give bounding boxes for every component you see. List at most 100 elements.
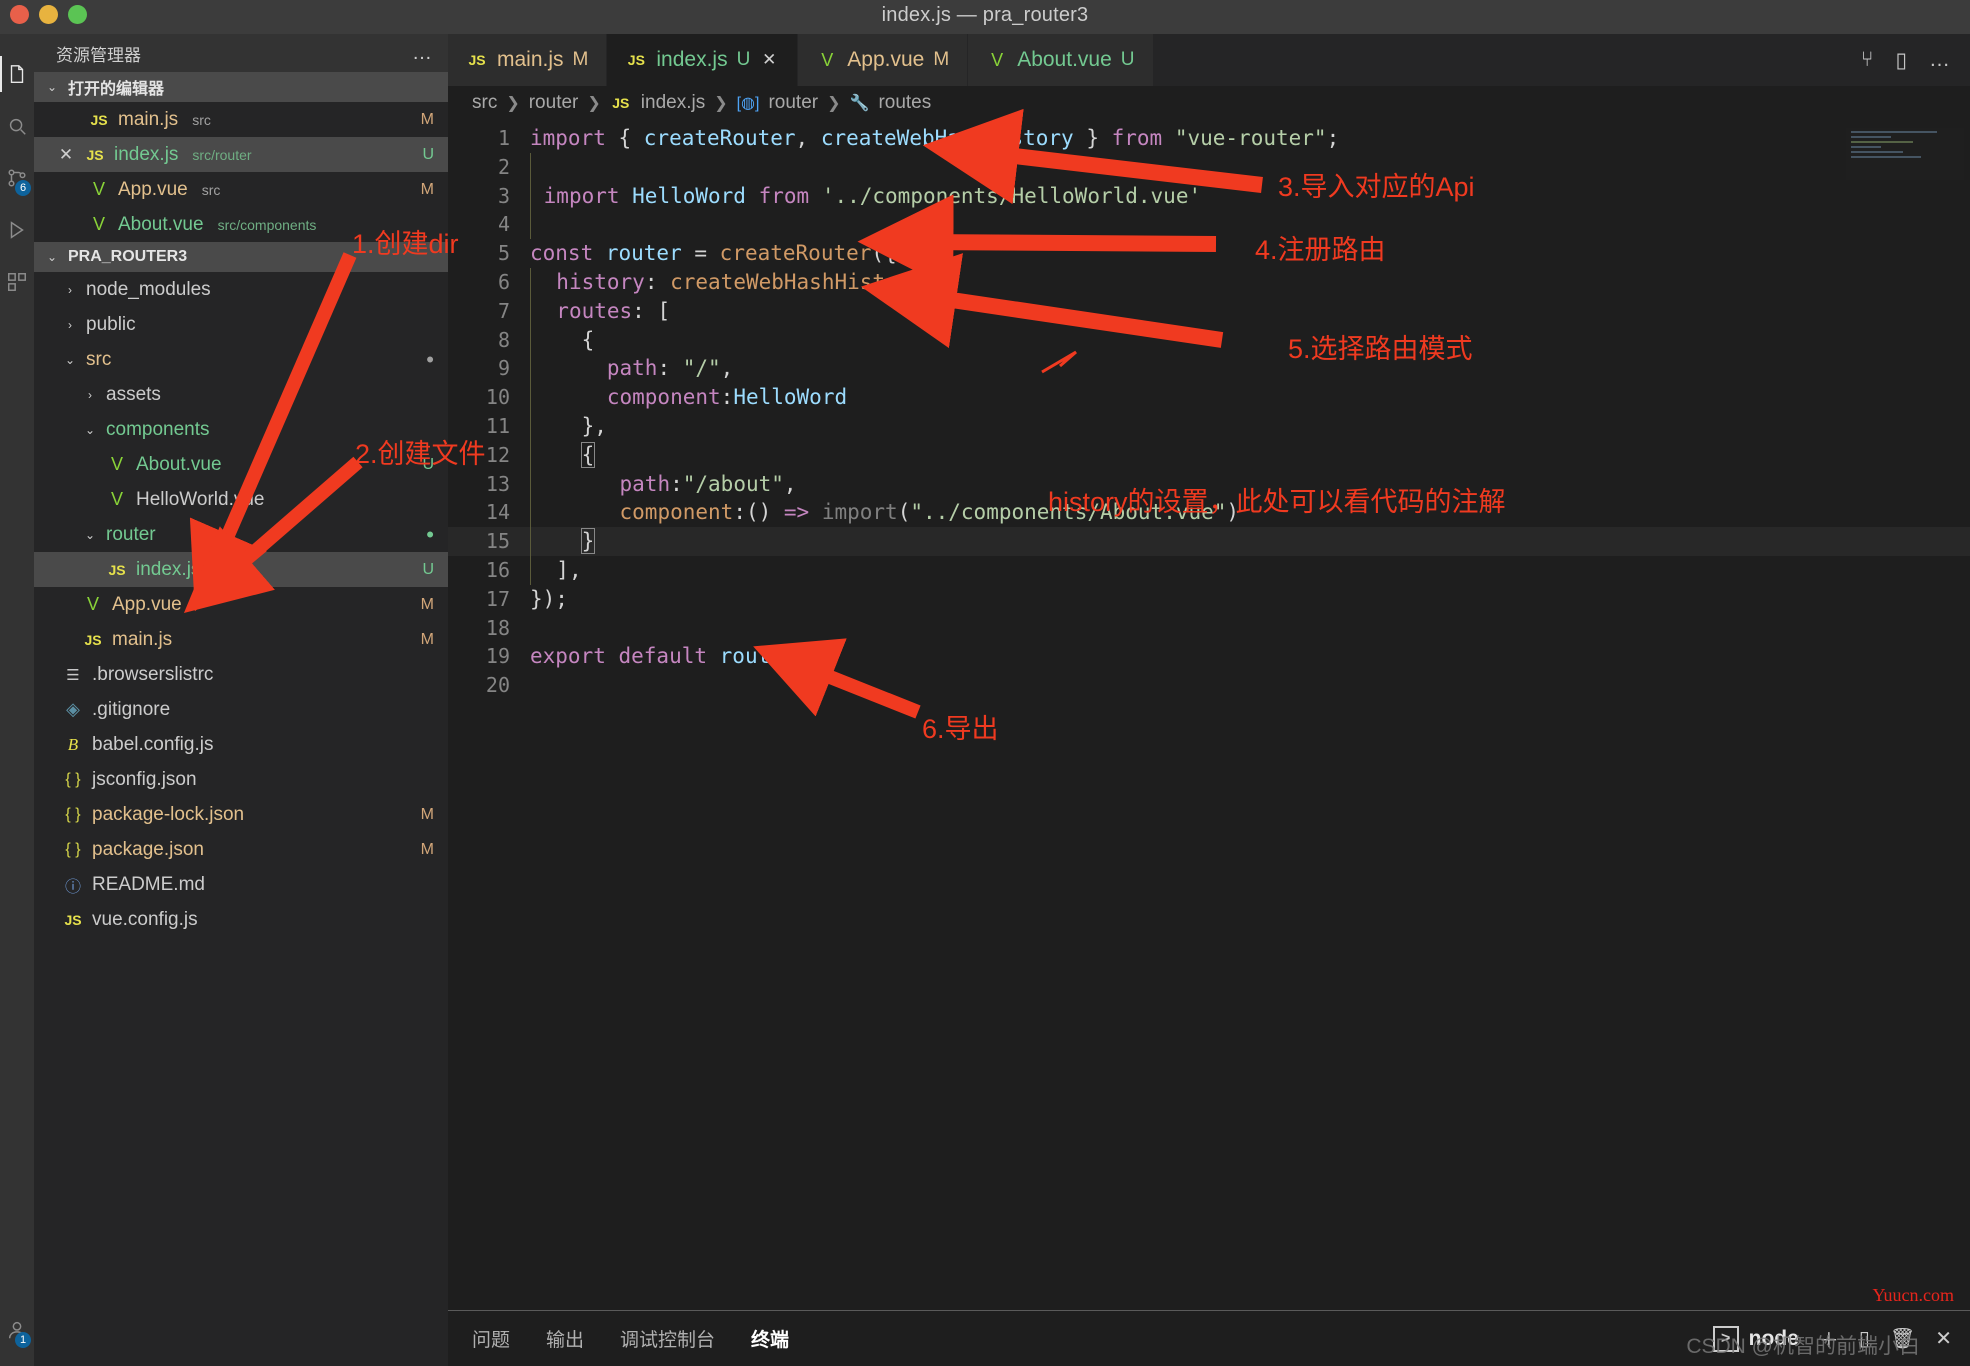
- code-line: 4: [448, 210, 1970, 240]
- js-icon: JS: [108, 561, 126, 578]
- open-editor-name: index.js: [114, 143, 179, 165]
- annotation-1: 1.创建dir: [352, 229, 459, 259]
- activity-run-debug[interactable]: [0, 204, 34, 256]
- tree-item-label: main.js: [112, 628, 173, 650]
- tree-item-label: .browserslistrc: [92, 663, 214, 685]
- more-actions-icon[interactable]: …: [1929, 48, 1950, 72]
- tree-item-status: M: [420, 595, 434, 613]
- panel-tab-debug-console[interactable]: 调试控制台: [620, 1325, 715, 1352]
- code-text: component:HelloWord: [530, 383, 847, 412]
- code-line: 9 path: "/",: [448, 354, 1970, 384]
- json-icon: { }: [65, 770, 81, 788]
- open-editor-item[interactable]: ✕ JS index.js src/router U: [34, 137, 448, 172]
- sidebar-more-actions-icon[interactable]: …: [412, 43, 434, 63]
- panel-tab-problems[interactable]: 问题: [472, 1325, 510, 1352]
- tab-index.js[interactable]: JS index.js U ✕: [607, 34, 799, 86]
- annotation-2: 2.创建文件: [355, 439, 486, 469]
- json-icon: { }: [65, 840, 81, 858]
- source-control-badge: 6: [15, 180, 31, 196]
- tab-App.vue[interactable]: V App.vue M: [798, 34, 969, 86]
- vue-icon: V: [86, 594, 99, 614]
- tree-item-label: src: [86, 348, 112, 370]
- panel-tab-output[interactable]: 输出: [546, 1325, 584, 1352]
- tree-item-vue.config.js[interactable]: JS vue.config.js: [34, 902, 448, 937]
- tree-item-router[interactable]: ⌄ router •: [34, 517, 448, 552]
- line-number: 5: [497, 241, 510, 266]
- tree-item-label: router: [106, 523, 156, 545]
- annotation-6: history的设置，此处可以看代码的注解: [1048, 487, 1506, 517]
- code-text: const router = createRouter({: [530, 241, 897, 266]
- line-number: 19: [485, 644, 510, 669]
- close-icon[interactable]: ✕: [56, 145, 76, 165]
- open-editors-section-header[interactable]: ⌄ 打开的编辑器: [34, 72, 448, 102]
- chevron-right-icon: ❯: [506, 95, 520, 112]
- activity-source-control[interactable]: 6: [0, 152, 34, 204]
- line-number: 15: [485, 529, 510, 554]
- code-line: 15 }: [448, 527, 1970, 556]
- annotation-4: 4.注册路由: [1255, 235, 1386, 265]
- code-line: 10 component:HelloWord: [448, 383, 1970, 412]
- code-text: {: [530, 325, 594, 355]
- tree-item-.browserslistrc[interactable]: ☰ .browserslistrc: [34, 657, 448, 692]
- code-text: path: "/",: [530, 354, 733, 384]
- split-editor-icon[interactable]: ▯: [1895, 48, 1907, 73]
- vue-icon: V: [110, 489, 123, 509]
- breadcrumb-item-src[interactable]: src: [472, 92, 497, 114]
- tab-status: M: [933, 49, 950, 70]
- activity-accounts[interactable]: 1: [0, 1304, 34, 1356]
- tree-item-assets[interactable]: › assets: [34, 377, 448, 412]
- tree-item-main.js[interactable]: JS main.js M: [34, 622, 448, 657]
- code-editor[interactable]: 1 import { createRouter, createWebHashHi…: [448, 120, 1970, 1310]
- breadcrumb-item-index.js[interactable]: index.js: [641, 92, 705, 114]
- vue-icon: V: [991, 49, 1004, 70]
- tree-item-public[interactable]: › public: [34, 307, 448, 342]
- line-number: 8: [497, 327, 510, 352]
- split-changes-icon[interactable]: ⑂: [1861, 48, 1874, 72]
- breadcrumb-item-router[interactable]: router: [529, 92, 579, 114]
- annotation-7: 6.导出: [922, 714, 999, 744]
- code-line: 18: [448, 614, 1970, 643]
- close-window-button[interactable]: [10, 5, 29, 24]
- open-editor-path: src: [201, 181, 221, 198]
- activity-extensions[interactable]: [0, 256, 34, 308]
- chevron-down-icon: ⌄: [64, 352, 76, 367]
- activity-search[interactable]: [0, 100, 34, 152]
- tree-item-App.vue[interactable]: V App.vue M: [34, 587, 448, 622]
- tree-item-package-lock.json[interactable]: { } package-lock.json M: [34, 797, 448, 832]
- js-icon: JS: [86, 146, 104, 163]
- tree-item-src[interactable]: ⌄ src •: [34, 342, 448, 377]
- tree-item-package.json[interactable]: { } package.json M: [34, 832, 448, 867]
- tree-item-README.md[interactable]: ⓘ README.md: [34, 867, 448, 902]
- tree-item-.gitignore[interactable]: ◈ .gitignore: [34, 692, 448, 727]
- tab-main.js[interactable]: JS main.js M: [448, 34, 608, 86]
- activity-explorer[interactable]: [0, 48, 34, 100]
- tree-item-HelloWorld.vue[interactable]: V HelloWorld.vue: [34, 482, 448, 517]
- tab-About.vue[interactable]: V About.vue U: [968, 34, 1154, 86]
- tree-item-node_modules[interactable]: › node_modules: [34, 272, 448, 307]
- close-panel-icon[interactable]: ✕: [1935, 1326, 1952, 1351]
- tree-item-status: U: [422, 560, 434, 578]
- breadcrumb-item-symbol-router[interactable]: router: [768, 92, 818, 114]
- tree-item-label: README.md: [92, 873, 205, 895]
- tree-item-label: node_modules: [86, 278, 211, 300]
- code-line: 3 import HelloWord from '../components/H…: [448, 181, 1970, 211]
- open-editor-item[interactable]: JS main.js src M: [34, 102, 448, 137]
- code-text: export default router: [530, 644, 796, 669]
- js-icon: JS: [627, 52, 645, 68]
- code-lines: 1 import { createRouter, createWebHashHi…: [448, 124, 1970, 700]
- tree-item-babel.config.js[interactable]: B babel.config.js: [34, 727, 448, 762]
- vue-icon: V: [821, 49, 834, 70]
- breadcrumb: src ❯ router ❯ JS index.js ❯ [◍] router …: [448, 86, 1970, 120]
- open-editor-path: src: [192, 111, 211, 128]
- tree-item-label: assets: [106, 383, 161, 405]
- minimize-window-button[interactable]: [39, 5, 58, 24]
- zoom-window-button[interactable]: [68, 5, 87, 24]
- panel-tab-terminal[interactable]: 终端: [751, 1325, 789, 1352]
- tree-item-index.js[interactable]: JS index.js U: [34, 552, 448, 587]
- breadcrumb-item-symbol-routes[interactable]: routes: [878, 92, 931, 114]
- open-editor-item[interactable]: V App.vue src M: [34, 172, 448, 207]
- open-editor-status: M: [420, 110, 434, 128]
- close-icon[interactable]: ✕: [759, 50, 779, 70]
- tree-item-jsconfig.json[interactable]: { } jsconfig.json: [34, 762, 448, 797]
